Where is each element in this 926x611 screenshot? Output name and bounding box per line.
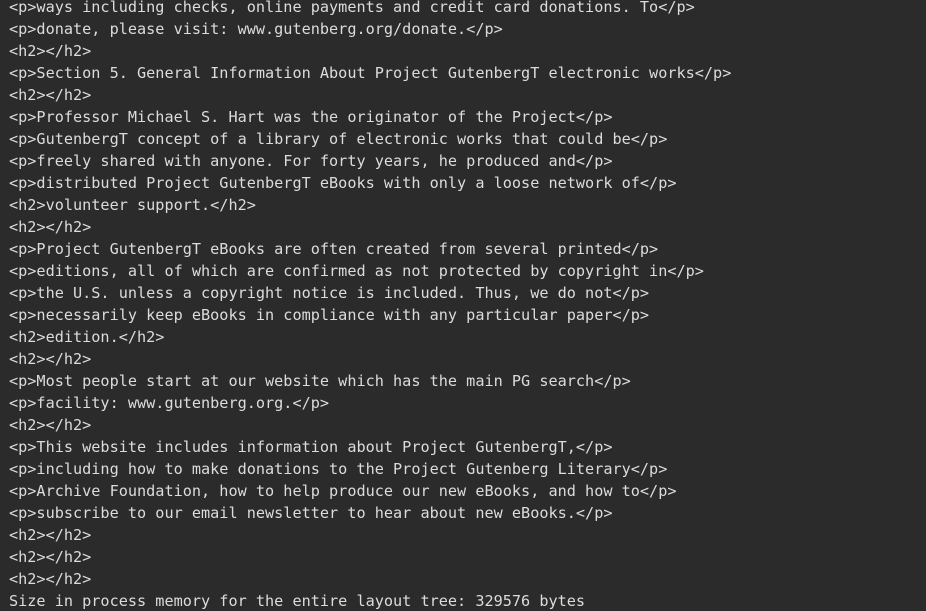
console-line: <p>Professor Michael S. Hart was the ori… xyxy=(9,108,613,126)
console-line: <p>freely shared with anyone. For forty … xyxy=(9,152,613,170)
console-line: <p>This website includes information abo… xyxy=(9,438,613,456)
console-line: <h2></h2> xyxy=(9,42,92,60)
console-line: <p>including how to make donations to th… xyxy=(9,460,668,478)
console-line: <h2></h2> xyxy=(9,218,92,236)
console-line: <p>Section 5. General Information About … xyxy=(9,64,732,82)
console-line: <p>ways including checks, online payment… xyxy=(9,0,695,16)
console-line: <p>GutenbergT concept of a library of el… xyxy=(9,130,668,148)
console-line: <p>facility: www.gutenberg.org.</p> xyxy=(9,394,330,412)
console-line: <h2></h2> xyxy=(9,526,92,544)
console-line: <p>Archive Foundation, how to help produ… xyxy=(9,482,677,500)
console-line: <p>donate, please visit: www.gutenberg.o… xyxy=(9,20,503,38)
console-line: <h2>volunteer support.</h2> xyxy=(9,196,256,214)
console-line: <h2></h2> xyxy=(9,350,92,368)
console-line: <p>subscribe to our email newsletter to … xyxy=(9,504,613,522)
memory-size-status: Size in process memory for the entire la… xyxy=(9,592,586,610)
console-output: <p>ways including checks, online payment… xyxy=(0,0,926,611)
console-line: <h2></h2> xyxy=(9,570,92,588)
console-line: <p>necessarily keep eBooks in compliance… xyxy=(9,306,650,324)
console-line: <h2></h2> xyxy=(9,416,92,434)
console-line: <p>distributed Project GutenbergT eBooks… xyxy=(9,174,677,192)
console-line: <h2></h2> xyxy=(9,86,92,104)
console-line: <p>the U.S. unless a copyright notice is… xyxy=(9,284,650,302)
console-line: <h2></h2> xyxy=(9,548,92,566)
console-line: <p>Project GutenbergT eBooks are often c… xyxy=(9,240,659,258)
console-line: <p>Most people start at our website whic… xyxy=(9,372,631,390)
console-line: <h2>edition.</h2> xyxy=(9,328,165,346)
console-line: <p>editions, all of which are confirmed … xyxy=(9,262,704,280)
